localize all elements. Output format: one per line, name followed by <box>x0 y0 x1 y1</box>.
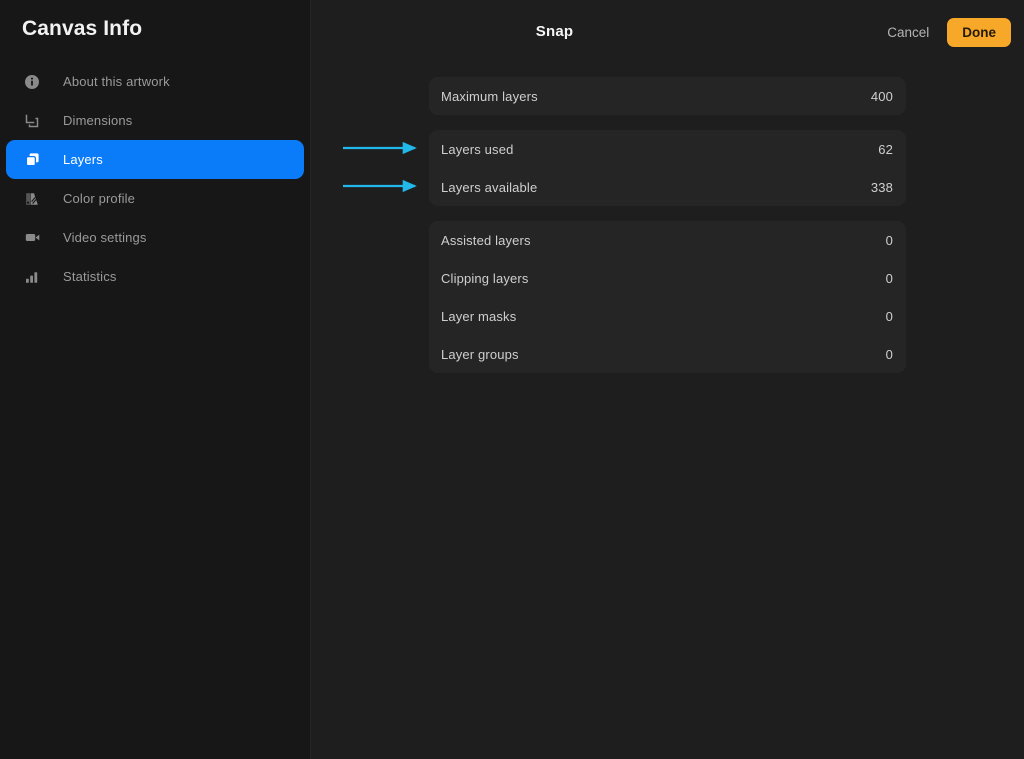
main-panel: Snap Cancel Done Maximum layers 400 Laye… <box>311 0 1024 759</box>
color-swatch-icon <box>22 189 42 209</box>
sidebar-item-label: About this artwork <box>63 74 170 89</box>
row-label: Layers used <box>441 142 513 157</box>
table-row[interactable]: Clipping layers 0 <box>429 259 906 297</box>
card-layer-details: Assisted layers 0 Clipping layers 0 Laye… <box>429 221 906 373</box>
layers-icon <box>22 150 42 170</box>
row-value: 0 <box>886 271 893 286</box>
card-maximum-layers: Maximum layers 400 <box>429 77 906 115</box>
table-row[interactable]: Assisted layers 0 <box>429 221 906 259</box>
sidebar-item-video-settings[interactable]: Video settings <box>6 218 304 257</box>
done-button[interactable]: Done <box>947 18 1011 47</box>
sidebar-item-about-this-artwork[interactable]: About this artwork <box>6 62 304 101</box>
sidebar-item-label: Layers <box>63 152 103 167</box>
card-layer-usage: Layers used 62 Layers available 338 <box>429 130 906 206</box>
table-row[interactable]: Layer masks 0 <box>429 297 906 335</box>
sidebar-item-label: Dimensions <box>63 113 132 128</box>
header-actions: Cancel Done <box>881 0 1011 64</box>
row-label: Clipping layers <box>441 271 529 286</box>
row-label: Maximum layers <box>441 89 538 104</box>
row-value: 0 <box>886 233 893 248</box>
info-circle-icon <box>22 72 42 92</box>
row-value: 0 <box>886 347 893 362</box>
sidebar: Canvas Info About this artwork <box>0 0 311 759</box>
row-label: Layer masks <box>441 309 516 324</box>
sidebar-item-label: Color profile <box>63 191 135 206</box>
sidebar-item-dimensions[interactable]: Dimensions <box>6 101 304 140</box>
crop-icon <box>22 111 42 131</box>
row-label: Layer groups <box>441 347 519 362</box>
sidebar-item-label: Video settings <box>63 230 147 245</box>
video-camera-icon <box>22 228 42 248</box>
bar-chart-icon <box>22 267 42 287</box>
row-value: 62 <box>878 142 893 157</box>
sidebar-item-color-profile[interactable]: Color profile <box>6 179 304 218</box>
row-value: 400 <box>871 89 893 104</box>
sidebar-item-statistics[interactable]: Statistics <box>6 257 304 296</box>
row-label: Assisted layers <box>441 233 531 248</box>
layer-info-cards: Maximum layers 400 Layers used 62 Layers… <box>429 77 906 373</box>
cancel-button[interactable]: Cancel <box>881 19 935 46</box>
sidebar-nav: About this artwork Dimensions <box>0 62 310 296</box>
table-row[interactable]: Layers used 62 <box>429 130 906 168</box>
row-value: 0 <box>886 309 893 324</box>
canvas-info-window: Canvas Info About this artwork <box>0 0 1024 759</box>
row-label: Layers available <box>441 180 537 195</box>
panel-header: Snap Cancel Done <box>311 0 1024 64</box>
sidebar-title: Canvas Info <box>0 14 310 44</box>
table-row[interactable]: Layer groups 0 <box>429 335 906 373</box>
table-row[interactable]: Maximum layers 400 <box>429 77 906 115</box>
sidebar-item-layers[interactable]: Layers <box>6 140 304 179</box>
row-value: 338 <box>871 180 893 195</box>
sidebar-item-label: Statistics <box>63 269 117 284</box>
table-row[interactable]: Layers available 338 <box>429 168 906 206</box>
